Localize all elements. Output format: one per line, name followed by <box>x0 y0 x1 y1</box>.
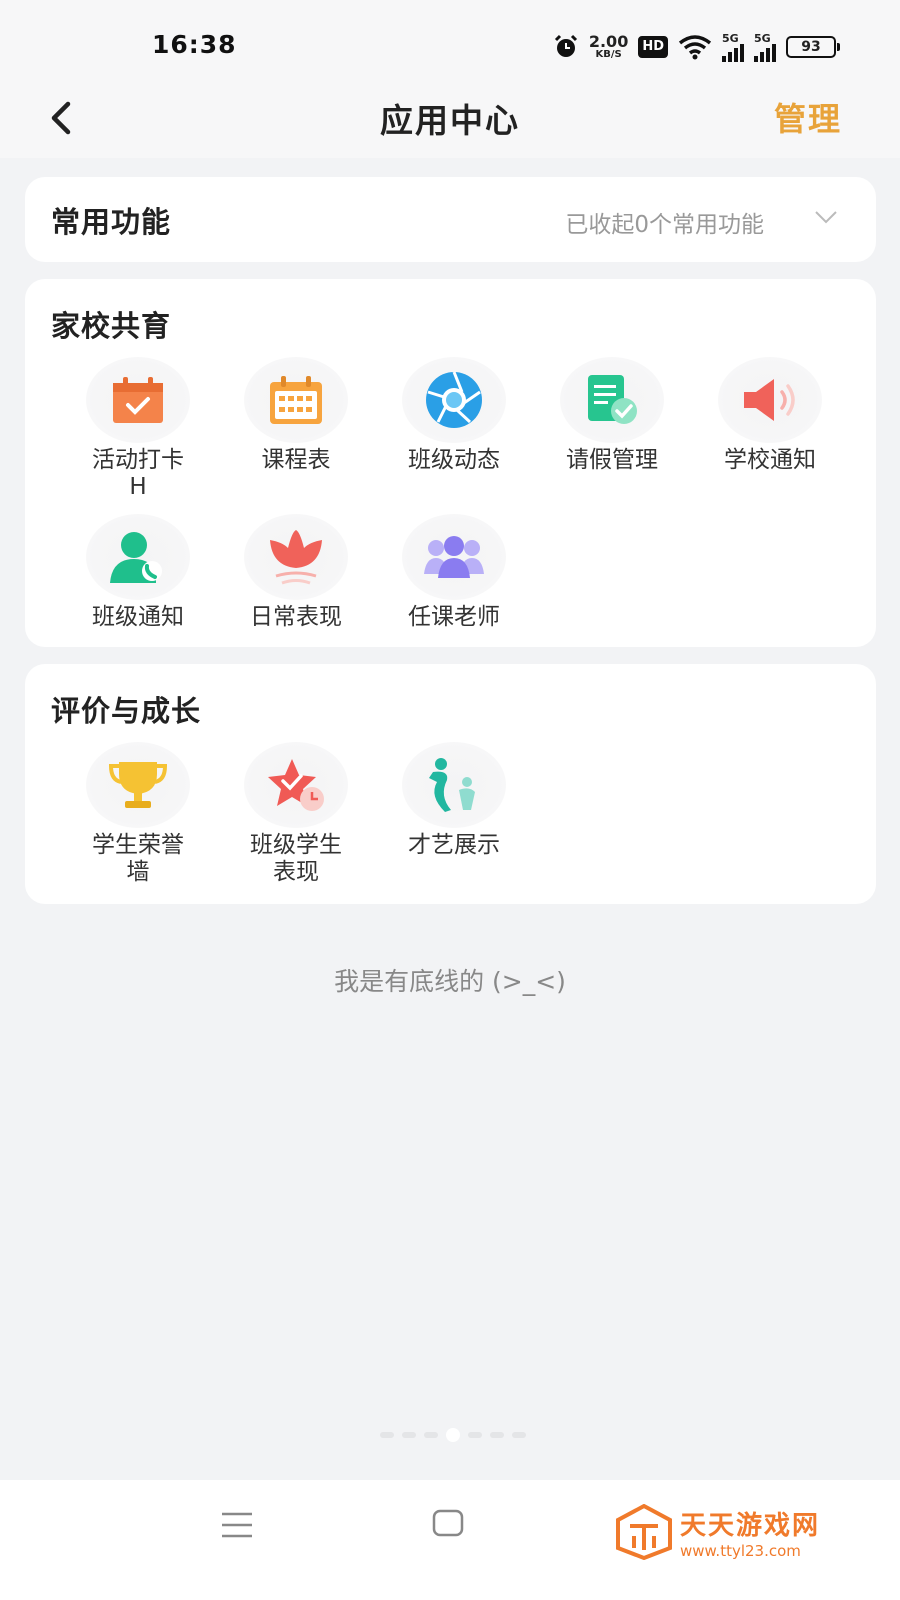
app-school-notice[interactable]: 学校通知 <box>695 357 845 474</box>
status-icons: 2.00 KB/S HD 5G 5G 93 <box>553 30 840 64</box>
alarm-icon <box>554 34 577 57</box>
app-icon-bg <box>402 357 506 443</box>
manage-button[interactable]: 管理 <box>774 94 842 140</box>
common-functions-card[interactable]: 常用功能 已收起0个常用功能 <box>25 177 876 262</box>
app-label: 学生荣誉 <box>92 832 184 858</box>
calendar-check-icon <box>113 377 163 423</box>
app-label: 课程表 <box>261 447 331 473</box>
app-header: 应用中心 管理 <box>0 90 900 158</box>
app-activity-checkin[interactable]: 活动打卡 H <box>63 357 213 501</box>
megaphone-icon <box>744 379 795 421</box>
status-time: 16:38 <box>152 30 237 59</box>
app-talent-show[interactable]: 才艺展示 <box>379 742 529 859</box>
signal-bars-icon <box>754 43 776 62</box>
lotus-icon <box>270 530 322 585</box>
watermark-logo-icon <box>616 1504 672 1560</box>
app-label: 才艺展示 <box>408 832 500 858</box>
collapsed-note: 已收起0个常用功能 <box>565 212 764 238</box>
watermark: 天天游戏网 www.ttyl23.com <box>616 1497 876 1567</box>
app-label-line2: 表现 <box>273 859 319 885</box>
app-leave-management[interactable]: 请假管理 <box>537 357 687 474</box>
app-label: 日常表现 <box>250 604 342 630</box>
app-class-moments[interactable]: 班级动态 <box>379 357 529 474</box>
contact-phone-icon <box>110 532 162 583</box>
timetable-icon <box>270 376 322 424</box>
app-icon-bg <box>244 742 348 828</box>
page-indicator <box>380 1428 526 1442</box>
chevron-down-icon[interactable] <box>814 209 838 225</box>
page-title: 应用中心 <box>380 101 520 140</box>
app-timetable[interactable]: 课程表 <box>221 357 371 474</box>
watermark-url: www.ttyl23.com <box>680 1541 801 1560</box>
app-icon-bg <box>86 742 190 828</box>
network-speed: 2.00 KB/S <box>589 34 628 60</box>
hd-badge: HD <box>638 36 668 58</box>
app-label: 班级通知 <box>92 604 184 630</box>
wifi-icon <box>678 35 712 60</box>
home-school-card: 家校共育 活动打卡 H 课程表 班级动态 请假管理 学校通知 班级通知 日常表现… <box>25 279 876 647</box>
app-label: 任课老师 <box>408 604 500 630</box>
app-honor-wall[interactable]: 学生荣誉 墙 <box>63 742 213 886</box>
sim2-label: 5G <box>754 31 771 45</box>
app-class-notice[interactable]: 班级通知 <box>63 514 213 631</box>
app-icon-bg <box>560 357 664 443</box>
app-label-line2: 墙 <box>126 859 150 885</box>
app-class-student-performance[interactable]: 班级学生 表现 <box>221 742 371 886</box>
app-icon-bg <box>244 357 348 443</box>
battery-level: 93 <box>786 36 836 58</box>
speed-value: 2.00 <box>588 32 629 51</box>
menu-icon[interactable] <box>220 1510 254 1540</box>
watermark-title: 天天游戏网 <box>680 1510 821 1541</box>
app-daily-performance[interactable]: 日常表现 <box>221 514 371 631</box>
leave-form-icon <box>588 375 637 424</box>
star-clock-icon <box>268 759 324 811</box>
signal-sim1: 5G <box>722 33 744 62</box>
end-of-list-note: 我是有底线的 (>_<) <box>334 967 566 996</box>
app-icon-bg <box>402 514 506 600</box>
app-label: 请假管理 <box>566 447 658 473</box>
dancer-icon <box>429 758 475 812</box>
teachers-group-icon <box>424 536 484 578</box>
app-icon-bg <box>718 357 822 443</box>
home-square-icon[interactable] <box>432 1509 464 1537</box>
app-icon-bg <box>402 742 506 828</box>
status-bar: 16:38 2.00 KB/S HD 5G 5G 93 <box>0 0 900 90</box>
app-label: 班级动态 <box>408 447 500 473</box>
app-label: 班级学生 <box>250 832 342 858</box>
app-icon-bg <box>86 357 190 443</box>
app-label: 学校通知 <box>724 447 816 473</box>
speed-unit: KB/S <box>595 49 622 60</box>
app-label: 活动打卡 <box>92 447 184 473</box>
sim1-label: 5G <box>722 31 739 45</box>
trophy-icon <box>108 762 168 808</box>
app-label-line2: H <box>129 474 147 500</box>
signal-bars-icon <box>722 43 744 62</box>
evaluation-growth-card: 评价与成长 学生荣誉 墙 班级学生 表现 才艺展示 <box>25 664 876 904</box>
signal-sim2: 5G <box>754 33 776 62</box>
evaluation-growth-title: 评价与成长 <box>51 694 202 728</box>
app-icon-bg <box>244 514 348 600</box>
app-icon-bg <box>86 514 190 600</box>
app-teachers[interactable]: 任课老师 <box>379 514 529 631</box>
home-school-title: 家校共育 <box>51 309 172 343</box>
battery-icon: 93 <box>786 36 840 58</box>
common-functions-title: 常用功能 <box>51 205 172 239</box>
camera-aperture-icon <box>426 371 482 428</box>
